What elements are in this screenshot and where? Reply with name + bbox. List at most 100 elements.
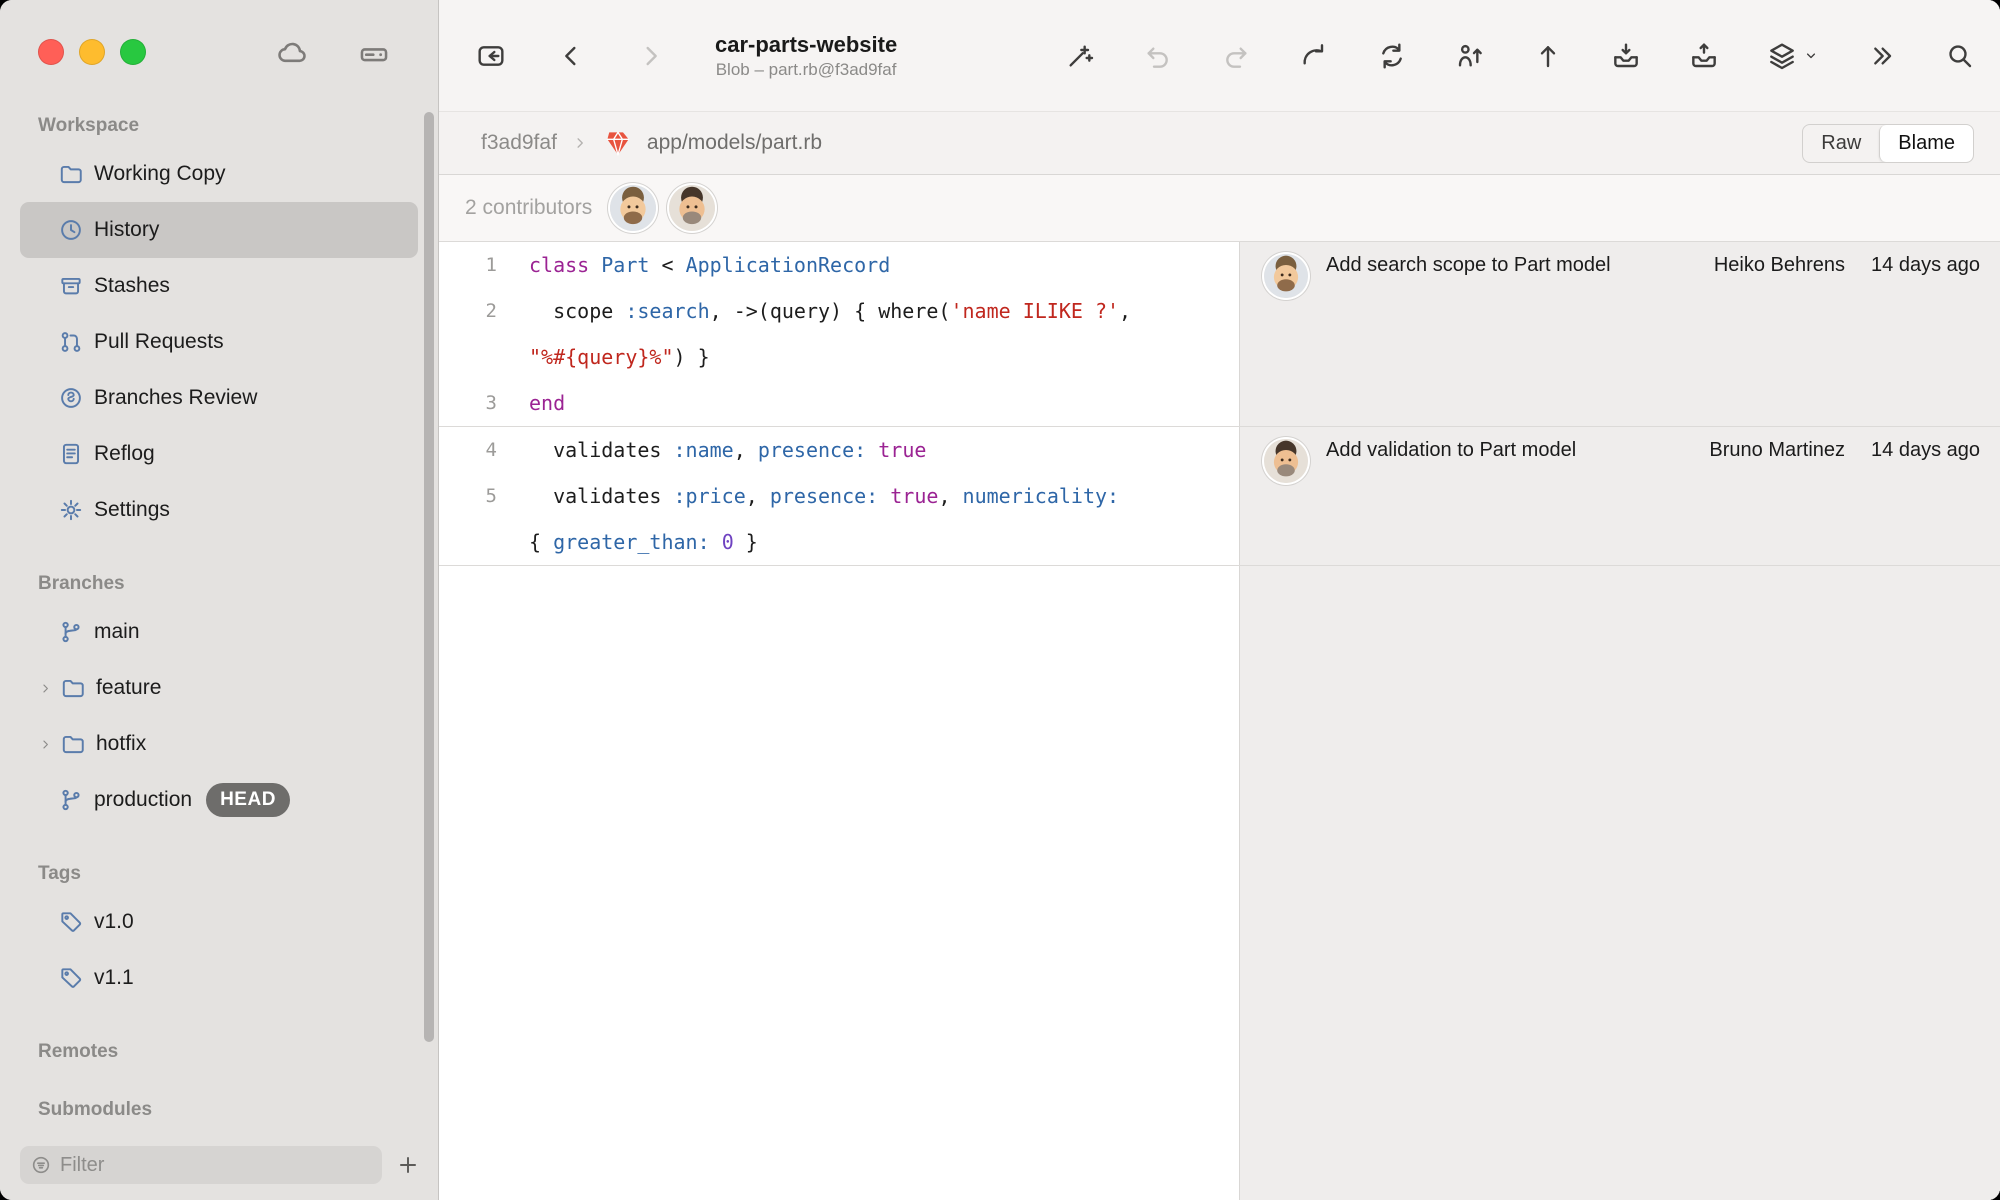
sidebar-header [0,0,438,112]
sidebar-item-label: production [94,788,192,812]
sidebar-item-branches-review[interactable]: Branches Review [20,370,418,426]
blame-annotation[interactable]: Add search scope to Part modelHeiko Behr… [1239,242,2000,426]
sidebar-item-label: feature [96,676,161,700]
plus-icon [395,1152,421,1178]
code-text: validates :price, presence: true, numeri… [529,473,1119,519]
blame-block: 4 validates :name, presence: true5 valid… [439,427,2000,566]
contributors-bar: 2 contributors [439,175,2000,242]
code-text: { greater_than: 0 } [529,519,758,565]
layers-button[interactable] [1766,40,1820,72]
ruby-file-icon [603,128,633,158]
line-number: 2 [439,288,497,334]
sidebar-item-pull-requests[interactable]: Pull Requests [20,314,418,370]
blame-button[interactable]: Blame [1879,125,1973,162]
blame-annotation[interactable]: Add validation to Part modelBruno Martin… [1239,427,2000,565]
filter-icon [30,1154,52,1176]
sidebar-item-history[interactable]: History [20,202,418,258]
code-block: 4 validates :name, presence: true5 valid… [439,427,1239,565]
checkout-button[interactable] [1454,40,1486,72]
sidebar-scrollbar[interactable] [424,112,434,1042]
sidebar-item-label: Working Copy [94,162,226,186]
filter-input[interactable] [60,1154,372,1177]
drive-icon [356,36,392,70]
minimize-window-button[interactable] [79,39,105,65]
pull-button[interactable] [1376,40,1408,72]
sidebar-item-v1-1[interactable]: v1.1 [20,950,418,1006]
cloud-icon [274,36,310,70]
sidebar-item-reflog[interactable]: Reflog [20,426,418,482]
tag-icon [58,909,84,935]
undo-button[interactable] [1142,40,1174,72]
sidebar-item-production[interactable]: productionHEAD [20,772,418,828]
forward-button[interactable] [635,40,667,72]
code-line: 3end [439,380,1239,426]
commit-date: 14 days ago [1871,242,1980,288]
unstash-icon [1688,40,1720,72]
line-number [439,334,497,380]
line-number: 1 [439,242,497,288]
app-window: Workspace Working Copy History StashesPull … [0,0,2000,1200]
undo-icon [1142,40,1174,72]
sidebar-item-working-copy[interactable]: Working Copy [20,146,418,202]
window-title-block: car-parts-website Blob – part.rb@f3ad9fa… [715,31,897,81]
code-line: 4 validates :name, presence: true [439,427,1239,473]
pull-icon [1376,40,1408,72]
blame-table: 1class Part < ApplicationRecord2 scope :… [439,242,2000,1200]
code-line: 1class Part < ApplicationRecord [439,242,1239,288]
sidebar-item-main[interactable]: main [20,604,418,660]
sidebar-item-settings[interactable]: Settings [20,482,418,538]
commit-message: Add search scope to Part model [1326,242,1698,288]
sidebar-filter-bar [0,1144,438,1200]
chevron-down-icon [1802,47,1820,65]
raw-button[interactable]: Raw [1803,125,1879,162]
fetch-button[interactable] [1298,40,1330,72]
sidebar-section-header-remotes: Remotes [38,1040,418,1064]
zoom-window-button[interactable] [120,39,146,65]
filter-box [20,1146,382,1184]
folder-icon [60,675,86,701]
folder-icon [58,161,84,187]
overflow-icon [1866,40,1898,72]
sidebar-item-label: hotfix [96,732,146,756]
sidebar-section-header-workspace: Workspace [38,114,418,138]
blame-filler [439,566,2000,1200]
chevron-right-icon [571,134,589,152]
back-button[interactable] [555,40,587,72]
blame-block: 1class Part < ApplicationRecord2 scope :… [439,242,2000,427]
sidebar-toggle-button[interactable] [475,40,507,72]
reflog-icon [58,441,84,467]
raw-blame-toggle: Raw Blame [1802,124,1974,163]
stash-button[interactable] [1610,40,1642,72]
toolbar-right [1064,40,1976,72]
sidebar-item-label: History [94,218,159,242]
unstash-button[interactable] [1688,40,1720,72]
breadcrumb-commit[interactable]: f3ad9faf [481,131,557,155]
folder-icon [60,731,86,757]
sidebar-sections: Workspace Working Copy History StashesPull … [0,112,438,1144]
chevron-right-icon [38,681,53,696]
sidebar-item-feature[interactable]: feature [20,660,418,716]
sidebar-item-v1-0[interactable]: v1.0 [20,894,418,950]
pull-request-icon [58,329,84,355]
code-text: "%#{query}%") } [529,334,710,380]
push-button[interactable] [1532,40,1564,72]
sidebar-item-label: Reflog [94,442,155,466]
overflow-button[interactable] [1866,40,1898,72]
sidebar-item-label: v1.1 [94,966,134,990]
sidebar-item-hotfix[interactable]: hotfix [20,716,418,772]
push-icon [1532,40,1564,72]
back-icon [555,40,587,72]
local-repos-button[interactable] [356,36,392,70]
sidebar-section-header-submodules: Submodules [38,1098,418,1122]
close-window-button[interactable] [38,39,64,65]
tag-icon [58,965,84,991]
magic-wand-button[interactable] [1064,40,1096,72]
sidebar-item-stashes[interactable]: Stashes [20,258,418,314]
search-button[interactable] [1944,40,1976,72]
redo-button[interactable] [1220,40,1252,72]
magic-wand-icon [1064,40,1096,72]
cloud-button[interactable] [274,36,310,70]
line-number [439,519,497,565]
add-button[interactable] [390,1147,426,1183]
sidebar-item-label: Branches Review [94,386,257,410]
